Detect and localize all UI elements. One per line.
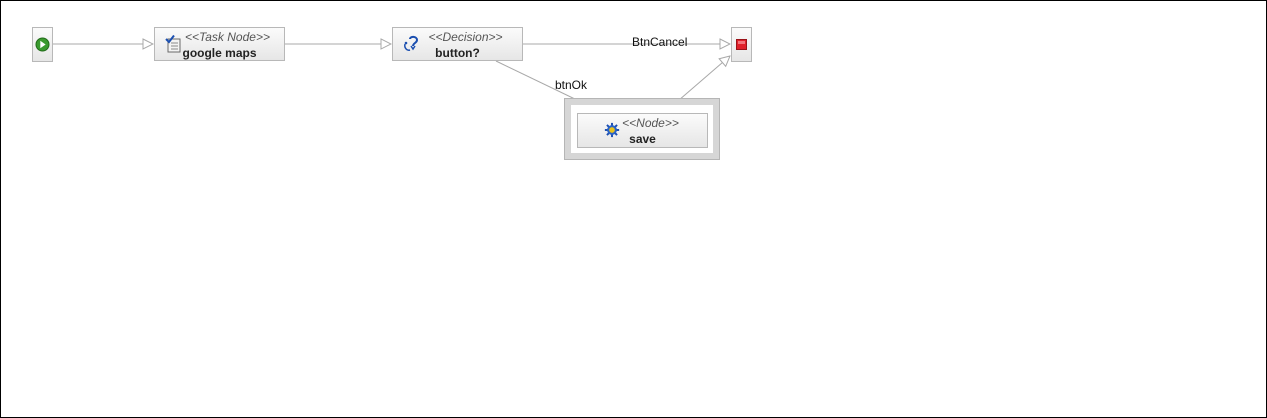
save-node-stereotype: <<Node>>	[622, 116, 679, 130]
end-stop-icon	[736, 39, 747, 50]
save-node[interactable]: <<Node>> save	[577, 113, 708, 148]
start-play-icon	[35, 37, 50, 52]
task-node-name: google maps	[182, 46, 257, 60]
save-node-name: save	[629, 132, 656, 146]
decision-node-name: button?	[435, 46, 480, 60]
decision-node[interactable]: <<Decision>> button?	[392, 27, 523, 61]
diagram-canvas: <<Task Node>> google maps <<Decision>> b…	[0, 0, 1267, 418]
task-node-stereotype: <<Task Node>>	[185, 30, 270, 44]
edge-label-btncancel: BtnCancel	[632, 35, 688, 49]
edge-label-btnok: btnOk	[555, 78, 588, 92]
edges-layer	[53, 1, 1266, 417]
end-node[interactable]	[731, 27, 752, 62]
start-node[interactable]	[32, 27, 53, 62]
task-node[interactable]: <<Task Node>> google maps	[154, 27, 285, 61]
decision-node-stereotype: <<Decision>>	[428, 30, 503, 44]
